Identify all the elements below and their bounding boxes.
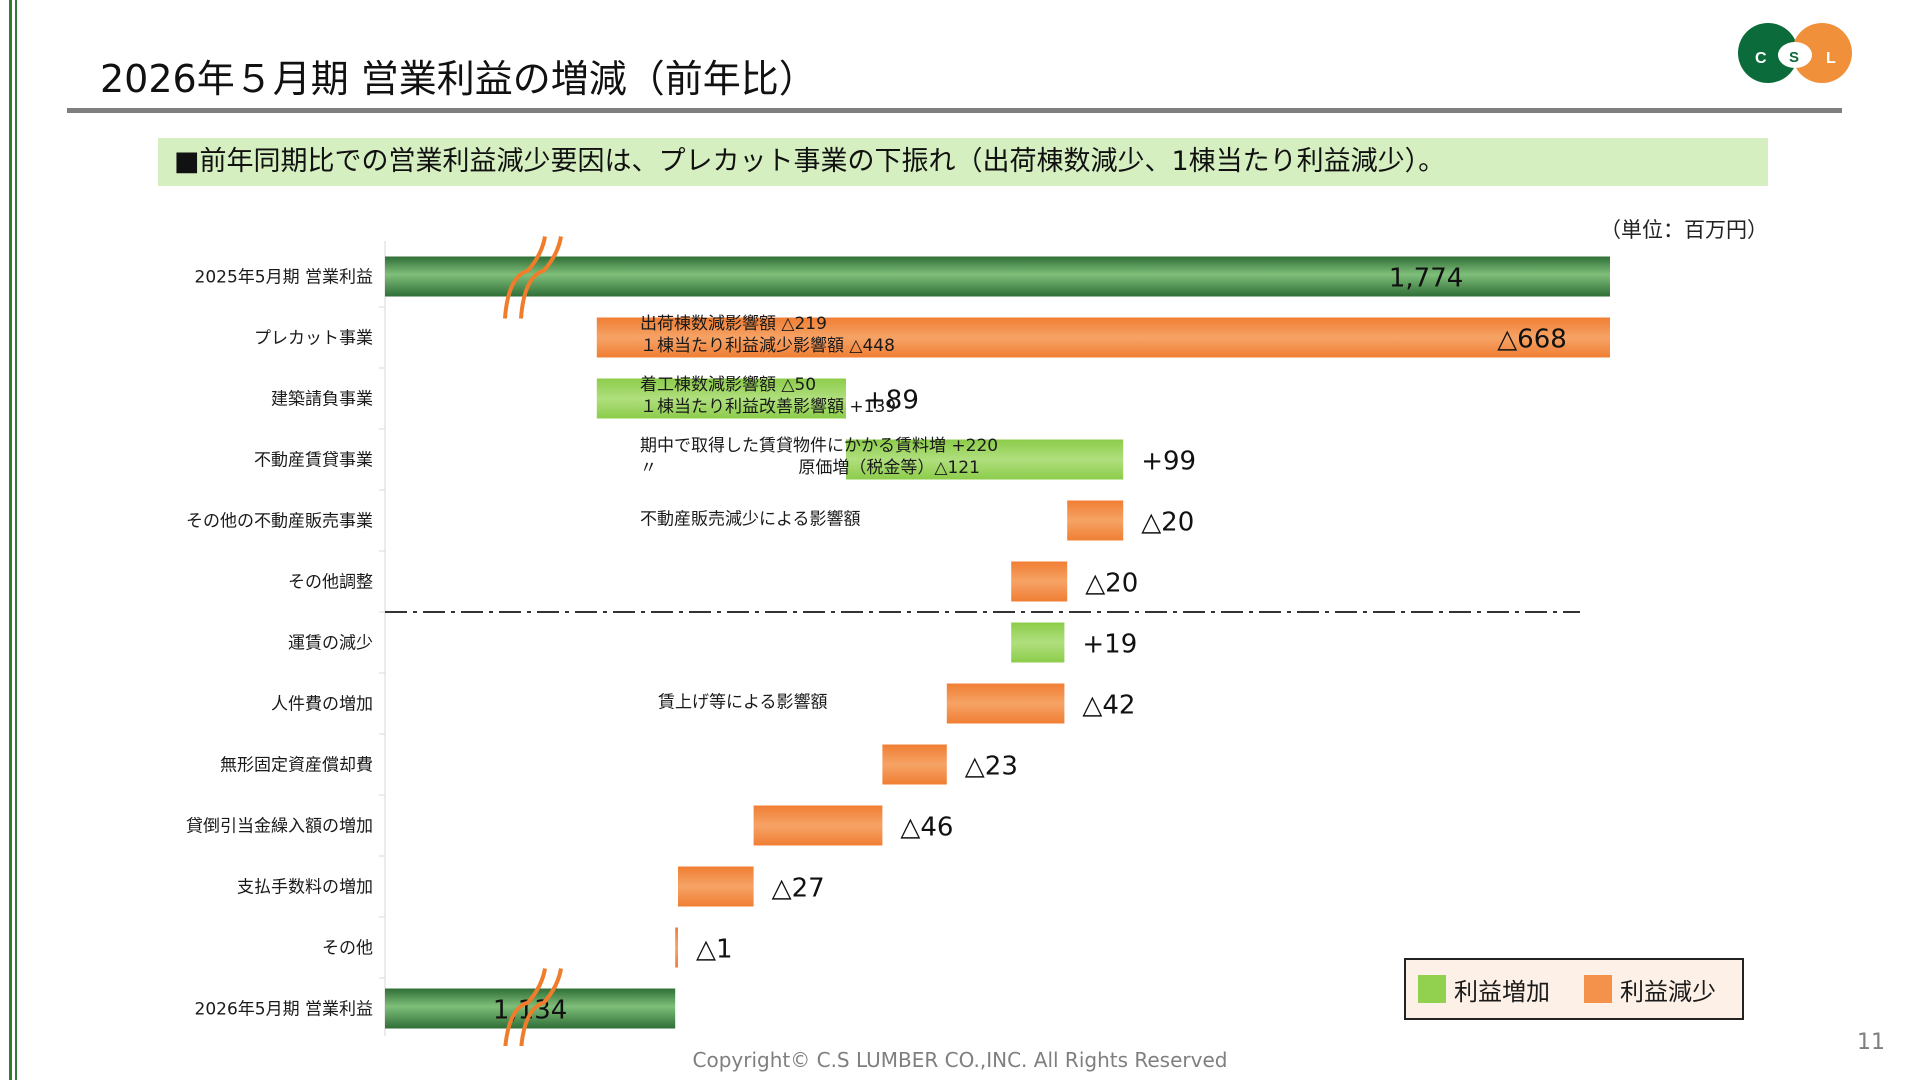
bar bbox=[675, 927, 678, 968]
chart-legend: 利益増加 利益減少 bbox=[1404, 958, 1744, 1020]
category-label: 2025年5月期 営業利益 bbox=[195, 268, 373, 288]
company-logo: C S L bbox=[1738, 23, 1852, 83]
page-number: 11 bbox=[1857, 1030, 1885, 1055]
annotation-text: １棟当たり利益改善影響額 +139 bbox=[640, 397, 896, 417]
bar bbox=[882, 744, 947, 785]
category-label: 不動産賃貸事業 bbox=[254, 451, 373, 471]
bar bbox=[678, 866, 754, 907]
value-label: △46 bbox=[900, 813, 953, 843]
unit-label: （単位：百万円） bbox=[1600, 218, 1768, 242]
category-label: 貸倒引当金繰入額の増加 bbox=[186, 817, 373, 837]
category-label: その他 bbox=[322, 939, 373, 959]
category-label: その他の不動産販売事業 bbox=[186, 512, 373, 532]
category-label: プレカット事業 bbox=[254, 329, 373, 349]
waterfall-chart: 2025年5月期 営業利益 1,774プレカット事業 △668建築請負事業 +89不動… bbox=[186, 236, 1610, 1046]
logo-letter-left: C bbox=[1755, 50, 1767, 67]
title-underline bbox=[67, 108, 1842, 113]
category-label: 無形固定資産償却費 bbox=[220, 756, 373, 776]
summary-headline: ■前年同期比での営業利益減少要因は、プレカット事業の下振れ（出荷棟数減少、1棟当… bbox=[158, 138, 1768, 186]
value-label: △23 bbox=[965, 752, 1018, 782]
annotation-text: 着工棟数減影響額 △50 bbox=[640, 375, 816, 395]
logo-letter-middle: S bbox=[1789, 49, 1799, 66]
bar bbox=[1011, 561, 1068, 602]
category-label: 建築請負事業 bbox=[271, 390, 373, 410]
value-label: △20 bbox=[1141, 508, 1194, 538]
category-label: その他調整 bbox=[288, 573, 373, 593]
annotation-text: 不動産販売減少による影響額 bbox=[640, 510, 861, 530]
legend-item-decrease: 利益減少 bbox=[1584, 972, 1716, 1007]
category-label: 運賃の減少 bbox=[288, 634, 373, 654]
value-label: △668 bbox=[1497, 325, 1567, 355]
value-label: 1,774 bbox=[1389, 264, 1463, 294]
category-label: 2026年5月期 営業利益 bbox=[195, 1000, 373, 1020]
left-accent-bar bbox=[0, 0, 21, 1080]
legend-label-decrease: 利益減少 bbox=[1620, 977, 1716, 1006]
value-label: △1 bbox=[696, 935, 733, 965]
value-label: △20 bbox=[1085, 569, 1138, 599]
bar bbox=[946, 683, 1065, 724]
annotation-text: １棟当たり利益減少影響額 △448 bbox=[640, 336, 895, 356]
annotation-text: 賃上げ等による影響額 bbox=[658, 693, 828, 713]
legend-swatch-decrease bbox=[1584, 975, 1612, 1003]
category-label: 支払手数料の増加 bbox=[237, 878, 373, 898]
page-title: 2026年５月期 営業利益の増減（前年比） bbox=[100, 57, 817, 101]
bar bbox=[1067, 500, 1124, 541]
annotation-text: 〃 原価増（税金等）△121 bbox=[640, 458, 980, 478]
category-label: 人件費の増加 bbox=[271, 695, 373, 715]
value-label: +99 bbox=[1141, 447, 1196, 477]
legend-label-increase: 利益増加 bbox=[1454, 977, 1550, 1006]
legend-item-increase: 利益増加 bbox=[1418, 972, 1550, 1007]
copyright-footer: Copyright© C.S LUMBER CO.,INC. All Right… bbox=[692, 1048, 1228, 1072]
annotation-text: 期中で取得した賃貸物件にかかる賃料増 +220 bbox=[640, 436, 998, 456]
bar bbox=[753, 805, 883, 846]
legend-swatch-increase bbox=[1418, 975, 1446, 1003]
logo-letter-right: L bbox=[1826, 50, 1836, 67]
bar bbox=[1011, 622, 1065, 663]
value-label: △42 bbox=[1082, 691, 1135, 721]
value-label: +19 bbox=[1082, 630, 1137, 660]
value-label: △27 bbox=[772, 874, 825, 904]
annotation-text: 出荷棟数減影響額 △219 bbox=[640, 314, 827, 334]
